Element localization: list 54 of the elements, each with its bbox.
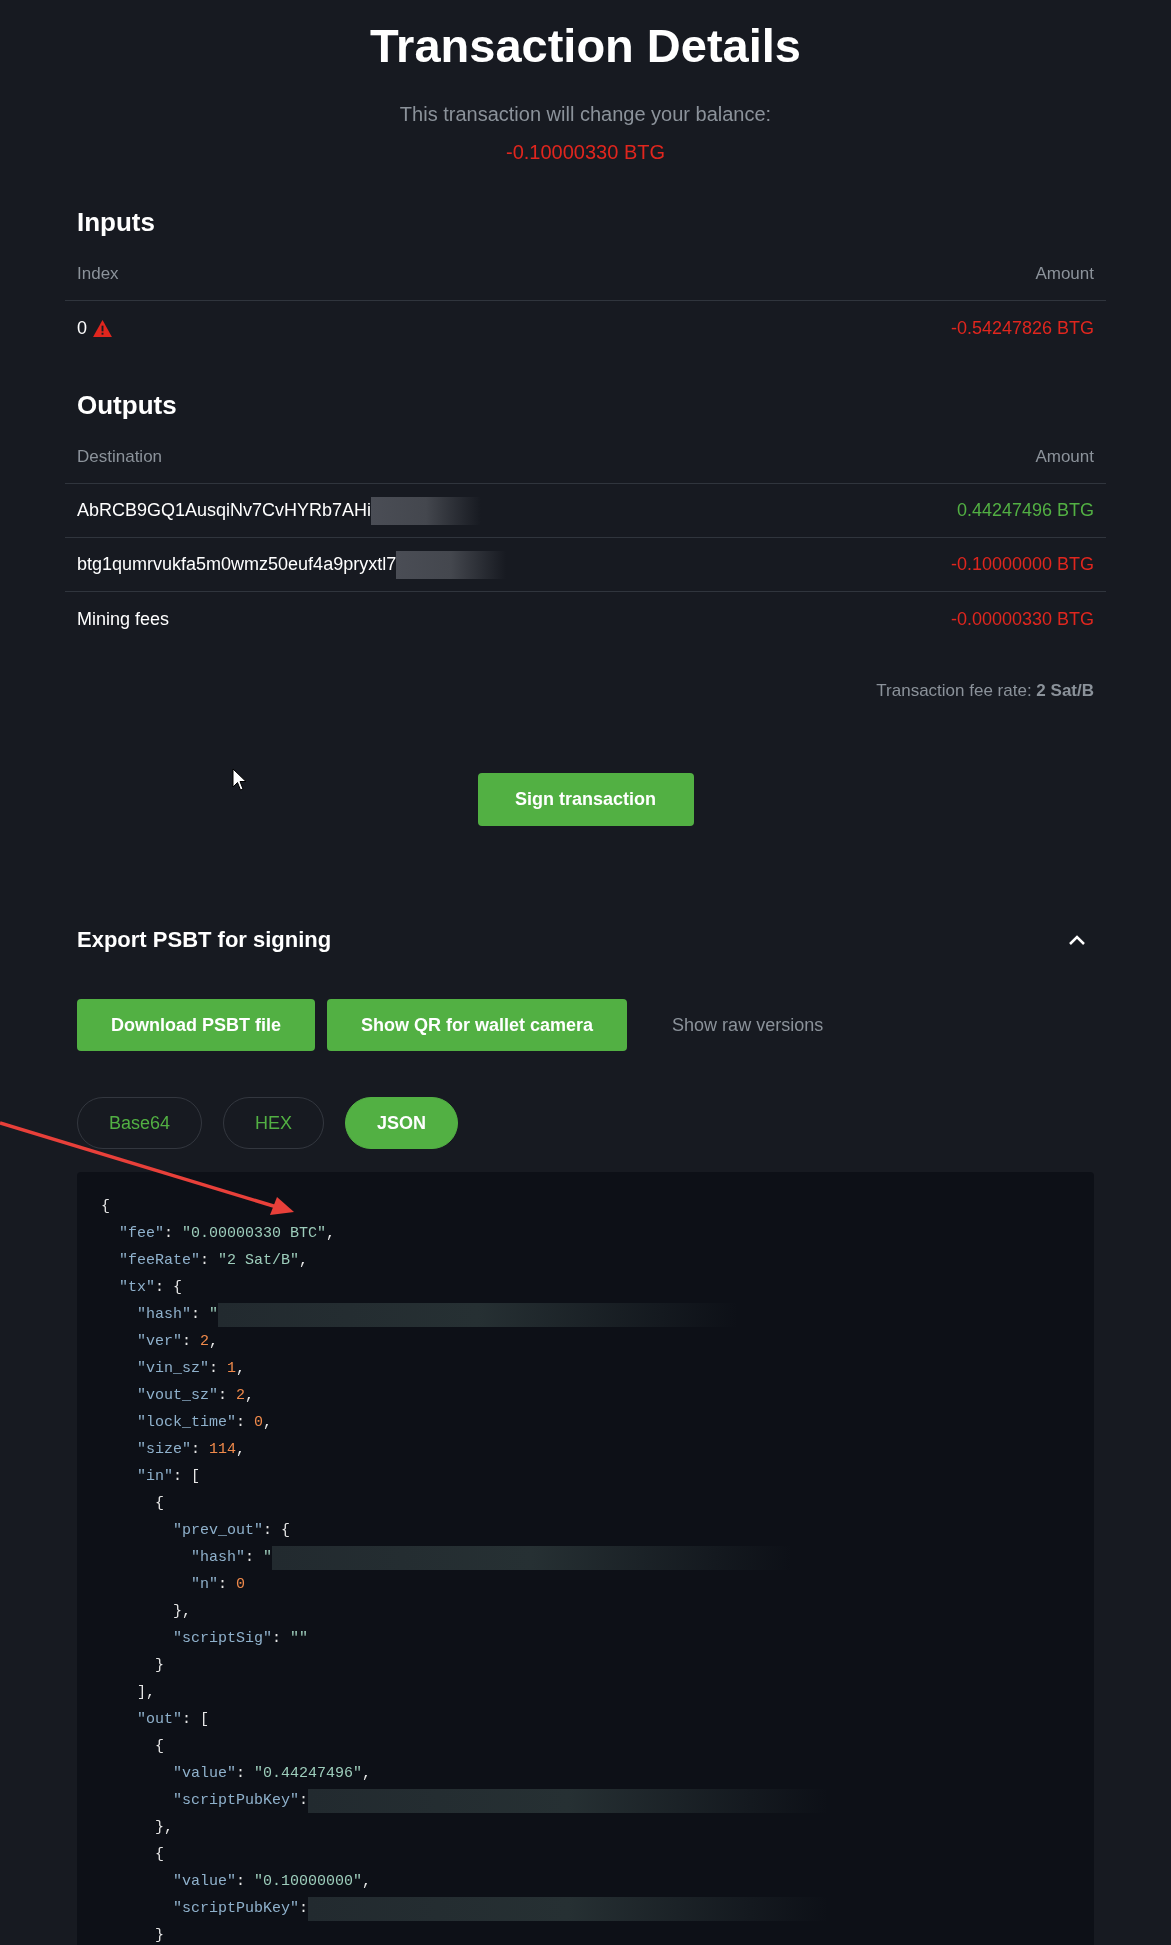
code-line: { bbox=[154, 1737, 164, 1757]
balance-label: This transaction will change your balance: bbox=[398, 102, 773, 127]
page-title: Transaction Details bbox=[369, 18, 802, 74]
code-line: "scriptPubKey": bbox=[172, 1899, 309, 1919]
code-line: "hash": " bbox=[136, 1305, 219, 1325]
section-heading: Export PSBT for signing bbox=[77, 926, 332, 954]
code-line: }, bbox=[172, 1602, 191, 1622]
column-header: Destination bbox=[77, 446, 163, 468]
amount-text: -0.10000000 BTG bbox=[950, 553, 1094, 576]
code-line: "fee": "0.00000330 BTC", bbox=[118, 1224, 336, 1244]
column-header: Amount bbox=[1035, 446, 1094, 468]
code-line: ], bbox=[136, 1683, 155, 1703]
code-line: "scriptSig": "" bbox=[172, 1629, 309, 1649]
section-heading: Outputs bbox=[76, 389, 178, 422]
amount-text: -0.54247826 BTG bbox=[950, 316, 1094, 340]
show-qr-button[interactable]: Show QR for wallet camera bbox=[327, 999, 628, 1051]
download-button[interactable]: Download PSBT file bbox=[77, 999, 315, 1051]
code-line: "hash": " bbox=[190, 1548, 273, 1568]
code-line: "vin_sz": 1, bbox=[136, 1359, 246, 1379]
balance-amount: -0.10000330 BTG bbox=[505, 140, 666, 165]
code-line: }, bbox=[154, 1818, 173, 1838]
code-line: "vout_sz": 2, bbox=[136, 1386, 255, 1406]
code-line: "size": 114, bbox=[136, 1440, 246, 1460]
code-line: { bbox=[154, 1845, 164, 1865]
sign-transaction-button[interactable]: Sign transaction bbox=[477, 773, 694, 826]
code-line: "lock_time": 0, bbox=[136, 1413, 273, 1433]
code-line: { bbox=[154, 1494, 164, 1514]
section-heading: Inputs bbox=[76, 206, 156, 239]
code-line: "in": [ bbox=[136, 1467, 201, 1487]
fee-rate-text: Transaction fee rate: 2 Sat/B bbox=[875, 680, 1094, 702]
code-line: "scriptPubKey": bbox=[172, 1791, 309, 1811]
code-line: "out": [ bbox=[136, 1710, 210, 1730]
code-line: "tx": { bbox=[118, 1278, 183, 1298]
input-index: 0 bbox=[77, 316, 87, 340]
code-line: { bbox=[101, 1197, 110, 1217]
format-tab[interactable]: JSON bbox=[345, 1097, 459, 1149]
code-line: } bbox=[154, 1656, 164, 1676]
destination-text: btg1qumrvukfa5m0wmz50euf4a9pryxtl7 bbox=[77, 553, 397, 576]
amount-text: 0.44247496 BTG bbox=[956, 499, 1094, 522]
column-header: Amount bbox=[1035, 263, 1094, 285]
code-line: "prev_out": { bbox=[172, 1521, 291, 1541]
show-raw-link[interactable]: Show raw versions bbox=[672, 1011, 824, 1039]
destination-text: Mining fees bbox=[77, 607, 170, 631]
code-line: } bbox=[154, 1926, 164, 1945]
code-line: "value": "0.10000000", bbox=[172, 1872, 372, 1892]
code-line: "feeRate": "2 Sat/B", bbox=[118, 1251, 309, 1271]
mouse-cursor-icon bbox=[232, 768, 248, 792]
destination-text: AbRCB9GQ1AusqiNv7CvHYRb7AHi bbox=[77, 499, 372, 522]
chevron-up-icon[interactable] bbox=[1068, 934, 1086, 946]
code-line: "n": 0 bbox=[190, 1575, 246, 1595]
column-header: Index bbox=[77, 263, 119, 285]
code-line: "value": "0.44247496", bbox=[172, 1764, 372, 1784]
code-line: "ver": 2, bbox=[136, 1332, 219, 1352]
amount-text: -0.00000330 BTG bbox=[950, 607, 1094, 631]
